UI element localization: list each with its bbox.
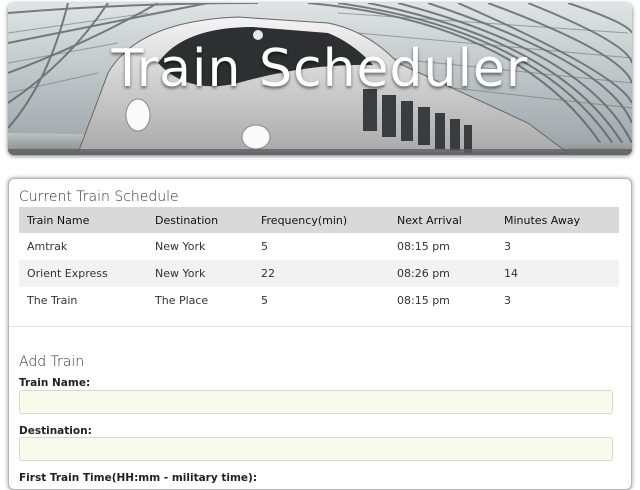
train-name-input[interactable] bbox=[19, 390, 613, 414]
cell-minutes-away: 14 bbox=[496, 260, 619, 287]
section-divider bbox=[9, 326, 631, 327]
cell-destination: The Place bbox=[155, 294, 209, 307]
table-row: The Train The Place 5 08:15 pm 3 bbox=[19, 287, 619, 314]
first-train-time-label: First Train Time(HH:mm - military time): bbox=[19, 472, 258, 484]
cell-train-name: The Train bbox=[27, 294, 78, 307]
table-row: Orient Express New York 22 08:26 pm 14 bbox=[19, 260, 619, 287]
destination-label: Destination: bbox=[19, 425, 92, 437]
table-header-row: Train Name Destination Frequency(min) Ne… bbox=[19, 207, 619, 233]
column-header-destination: Destination bbox=[147, 207, 253, 233]
hero-banner: Train Scheduler bbox=[8, 3, 632, 155]
cell-frequency: 5 bbox=[261, 294, 268, 307]
main-panel: Current Train Schedule Train Name Destin… bbox=[8, 178, 632, 490]
cell-next-arrival: 08:15 pm bbox=[397, 294, 450, 307]
schedule-table: Train Name Destination Frequency(min) Ne… bbox=[19, 207, 619, 314]
cell-train-name: Amtrak bbox=[27, 240, 68, 253]
cell-minutes-away: 3 bbox=[504, 240, 511, 253]
cell-frequency: 5 bbox=[261, 240, 268, 253]
column-header-train-name: Train Name bbox=[19, 207, 147, 233]
add-train-title: Add Train bbox=[19, 354, 85, 370]
column-header-minutes-away: Minutes Away bbox=[496, 207, 619, 233]
table-row: Amtrak New York 5 08:15 pm 3 bbox=[19, 233, 619, 260]
cell-next-arrival: 08:26 pm bbox=[389, 260, 496, 287]
destination-input[interactable] bbox=[19, 437, 613, 461]
cell-next-arrival: 08:15 pm bbox=[397, 240, 450, 253]
cell-train-name: Orient Express bbox=[19, 260, 147, 287]
column-header-next-arrival: Next Arrival bbox=[389, 207, 496, 233]
cell-frequency: 22 bbox=[253, 260, 389, 287]
column-header-frequency: Frequency(min) bbox=[253, 207, 389, 233]
train-name-label: Train Name: bbox=[19, 377, 91, 389]
cell-destination: New York bbox=[147, 260, 253, 287]
cell-minutes-away: 3 bbox=[504, 294, 511, 307]
banner-title: Train Scheduler bbox=[111, 39, 529, 99]
schedule-title: Current Train Schedule bbox=[19, 189, 179, 205]
cell-destination: New York bbox=[155, 240, 206, 253]
